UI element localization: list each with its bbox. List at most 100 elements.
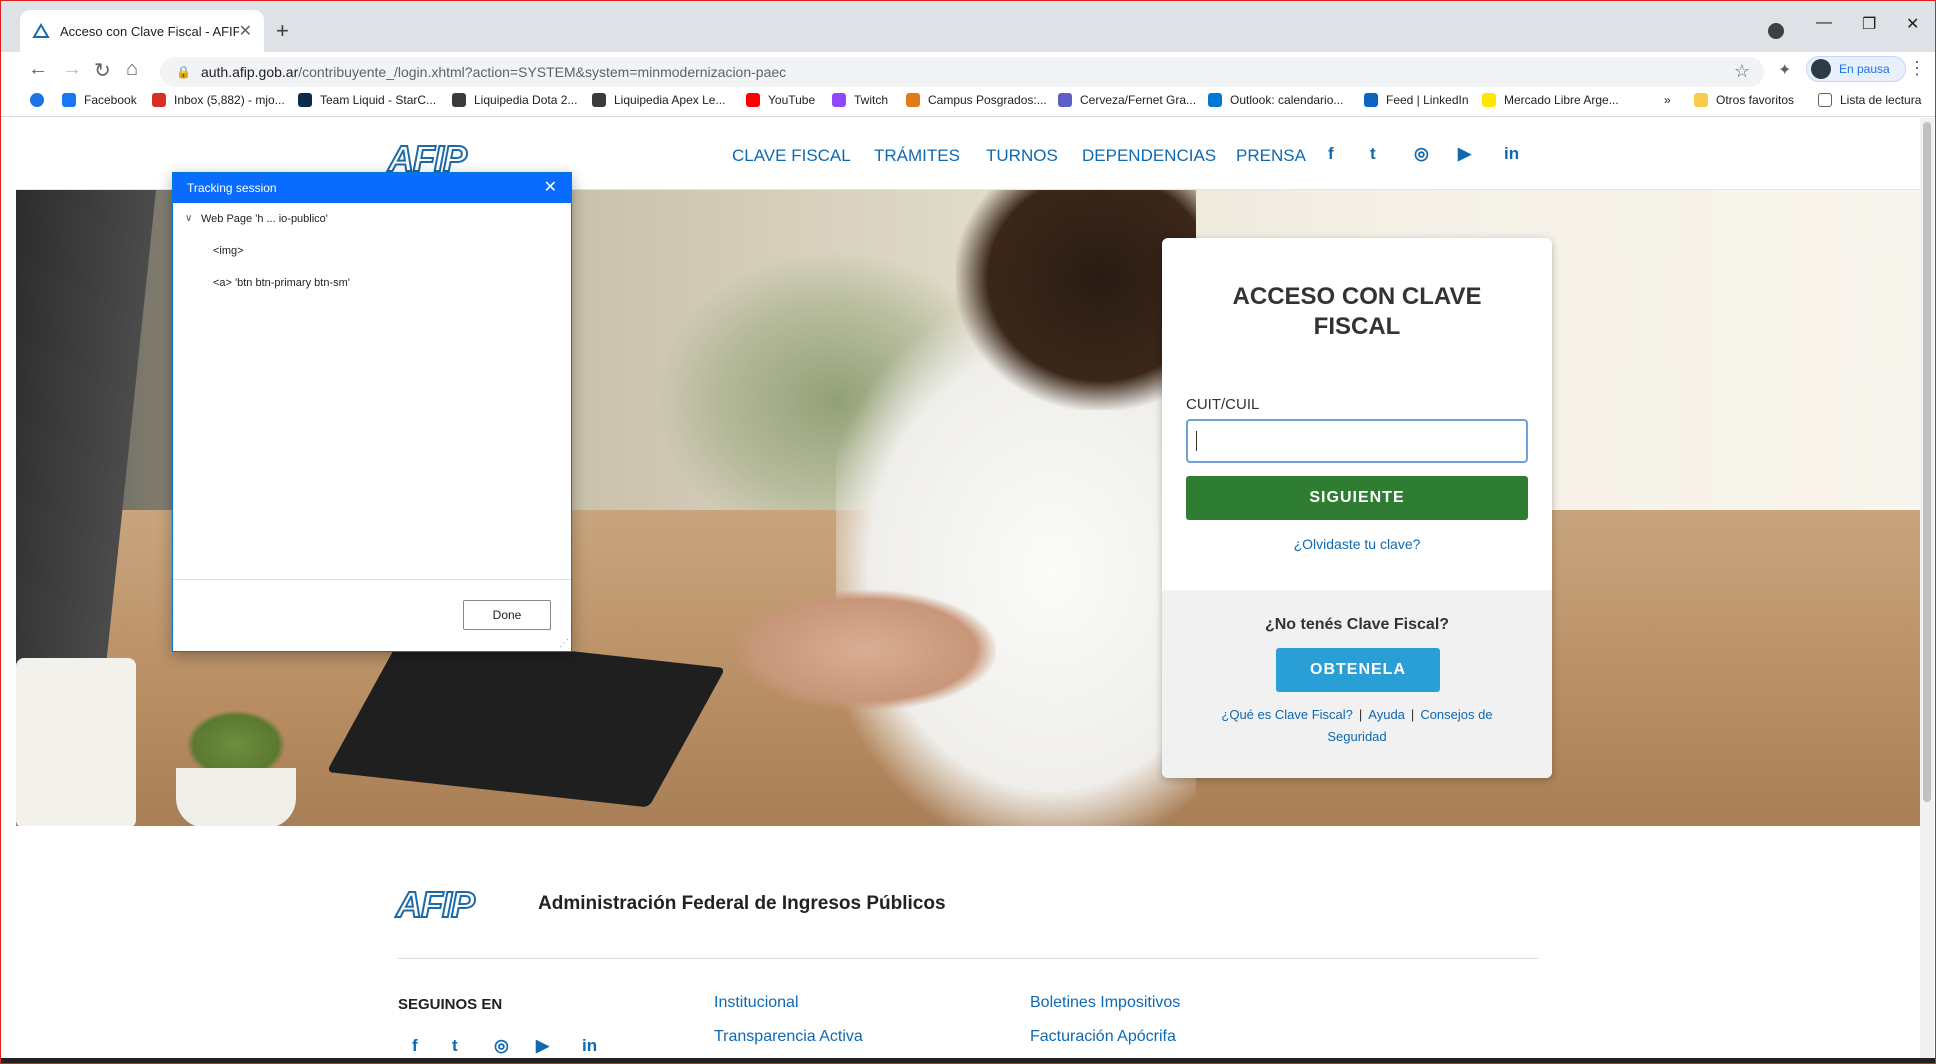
footer-afip-logo[interactable]: AFIP: [395, 883, 476, 926]
footer-link-boletines[interactable]: Boletines Impositivos: [1030, 994, 1180, 1012]
bookmark-item[interactable]: Liquipedia Apex Le...: [592, 93, 725, 107]
url-host: auth.afip.gob.ar: [200, 64, 299, 80]
other-favorites-label: Otros favoritos: [1716, 93, 1795, 107]
youtube-icon[interactable]: ▶: [1458, 144, 1471, 164]
bookmark-favicon-icon: [832, 93, 846, 107]
footer-facebook-icon[interactable]: f: [412, 1036, 418, 1056]
nav-turnos[interactable]: TURNOS: [986, 146, 1058, 166]
forward-icon[interactable]: →: [62, 58, 82, 81]
bookmark-item[interactable]: Inbox (5,882) - mjo...: [152, 93, 285, 107]
bookmark-item[interactable]: Liquipedia Dota 2...: [452, 93, 577, 107]
footer-link-facturacion[interactable]: Facturación Apócrifa: [1030, 1028, 1176, 1046]
what-is-clave-link[interactable]: ¿Qué es Clave Fiscal?: [1221, 707, 1353, 722]
resize-grip-icon[interactable]: ⋰: [559, 638, 569, 649]
bookmark-item[interactable]: Cerveza/Fernet Gra...: [1058, 93, 1196, 107]
cuit-input[interactable]: [1186, 419, 1528, 463]
bookmark-item[interactable]: Facebook: [62, 93, 137, 107]
address-bar[interactable]: 🔒 auth.afip.gob.ar/contribuyente_/login.…: [160, 57, 1764, 87]
linkedin-icon[interactable]: in: [1504, 144, 1519, 164]
lock-icon[interactable]: 🔒: [176, 65, 191, 79]
profile-button[interactable]: En pausa: [1806, 56, 1906, 82]
nav-dependencias[interactable]: DEPENDENCIAS: [1082, 146, 1216, 166]
bookmark-favicon-icon: [1208, 93, 1222, 107]
facebook-icon[interactable]: f: [1328, 144, 1334, 164]
bookmark-item[interactable]: Outlook: calendario...: [1208, 93, 1343, 107]
hero-hands: [736, 590, 996, 710]
bookmark-favicon-icon: [152, 93, 166, 107]
instagram-icon[interactable]: ◎: [1414, 144, 1429, 164]
tree-item-img[interactable]: <img>: [185, 243, 559, 275]
hero-hair: [956, 190, 1196, 410]
cuit-label: CUIT/CUIL: [1186, 396, 1260, 413]
twitter-icon[interactable]: t: [1370, 144, 1376, 164]
url-path: /contribuyente_/login.xhtml?action=SYSTE…: [298, 64, 787, 80]
apps-gear-icon[interactable]: [30, 93, 44, 107]
bookmark-label: Twitch: [854, 93, 889, 107]
reload-icon[interactable]: ↻: [94, 58, 111, 83]
siguiente-button[interactable]: SIGUIENTE: [1186, 476, 1528, 520]
back-icon[interactable]: ←: [28, 58, 48, 81]
forgot-password-link[interactable]: ¿Olvidaste tu clave?: [1162, 536, 1552, 552]
obtenela-button[interactable]: OBTENELA: [1276, 648, 1440, 692]
close-window-icon[interactable]: ✕: [1906, 14, 1919, 34]
page-scrollbar[interactable]: [1920, 118, 1934, 1058]
bookmark-item[interactable]: Twitch: [832, 93, 888, 107]
close-icon[interactable]: ✕: [544, 173, 557, 203]
chevron-down-icon[interactable]: ∨: [185, 211, 201, 227]
bookmark-label: Liquipedia Apex Le...: [614, 93, 726, 107]
nav-prensa[interactable]: PRENSA: [1236, 146, 1306, 166]
tree-item-label: Web Page 'h ... io-publico': [201, 213, 328, 225]
footer-linkedin-icon[interactable]: in: [582, 1036, 597, 1056]
reading-list-button[interactable]: Lista de lectura: [1818, 93, 1921, 107]
bookmark-item[interactable]: Feed | LinkedIn: [1364, 93, 1469, 107]
text-caret: [1196, 431, 1197, 451]
done-button[interactable]: Done: [463, 600, 551, 630]
chrome-menu-icon[interactable]: ⋮: [1908, 58, 1926, 79]
footer-instagram-icon[interactable]: ◎: [494, 1036, 509, 1056]
new-tab-icon[interactable]: +: [276, 18, 289, 44]
extensions-icon[interactable]: ✦: [1778, 60, 1791, 80]
bookmark-favicon-icon: [298, 93, 312, 107]
close-tab-icon[interactable]: ✕: [239, 21, 252, 41]
minimize-icon[interactable]: —: [1816, 14, 1832, 32]
login-card: ACCESO CON CLAVE FISCAL CUIT/CUIL SIGUIE…: [1162, 238, 1552, 778]
tab-search-icon[interactable]: [1768, 23, 1784, 39]
restore-icon[interactable]: ❐: [1862, 14, 1876, 34]
help-link[interactable]: Ayuda: [1368, 707, 1405, 722]
home-icon[interactable]: ⌂: [126, 58, 138, 81]
footer-link-institucional[interactable]: Institucional: [714, 994, 799, 1012]
bookmark-star-icon[interactable]: ☆: [1734, 61, 1750, 82]
bookmark-label: Mercado Libre Arge...: [1504, 93, 1619, 107]
taskbar-strip: [0, 1058, 1936, 1064]
bookmarks-overflow-icon[interactable]: »: [1664, 93, 1671, 107]
browser-tab-active[interactable]: Acceso con Clave Fiscal - AFIP ✕: [20, 10, 264, 52]
bookmark-item[interactable]: Campus Posgrados:...: [906, 93, 1047, 107]
bookmark-favicon-icon: [746, 93, 760, 107]
bookmark-item[interactable]: Team Liquid - StarC...: [298, 93, 436, 107]
nav-clave-fiscal[interactable]: CLAVE FISCAL: [732, 146, 851, 166]
bookmark-label: Campus Posgrados:...: [928, 93, 1047, 107]
other-favorites-folder[interactable]: Otros favoritos: [1694, 93, 1794, 107]
footer-link-transparencia[interactable]: Transparencia Activa: [714, 1028, 863, 1046]
bookmark-label: YouTube: [768, 93, 816, 107]
overflow-label: »: [1664, 93, 1671, 107]
bookmark-item[interactable]: Mercado Libre Arge...: [1482, 93, 1619, 107]
tree-item-label: <a> 'btn btn-primary btn-sm': [213, 277, 350, 289]
tree-item-link[interactable]: <a> 'btn btn-primary btn-sm': [185, 275, 559, 307]
browser-toolbar: ← → ↻ ⌂ 🔒 auth.afip.gob.ar/contribuyente…: [0, 52, 1936, 92]
separator: |: [1358, 707, 1363, 722]
tree-item-label: <img>: [213, 245, 244, 257]
bookmark-label: Inbox (5,882) - mjo...: [174, 93, 285, 107]
footer-youtube-icon[interactable]: ▶: [536, 1036, 549, 1056]
bookmark-label: Facebook: [84, 93, 137, 107]
dialog-header: Tracking session ✕: [173, 173, 571, 203]
bookmark-favicon-icon: [1364, 93, 1378, 107]
footer-twitter-icon[interactable]: t: [452, 1036, 458, 1056]
bookmark-favicon-icon: [62, 93, 76, 107]
bookmark-item[interactable]: YouTube: [746, 93, 815, 107]
nav-tramites[interactable]: TRÁMITES: [874, 146, 960, 166]
avatar: [1811, 59, 1831, 79]
tree-item-root[interactable]: ∨ Web Page 'h ... io-publico': [185, 211, 559, 243]
scrollbar-thumb[interactable]: [1923, 122, 1931, 802]
bookmark-label: Cerveza/Fernet Gra...: [1080, 93, 1197, 107]
